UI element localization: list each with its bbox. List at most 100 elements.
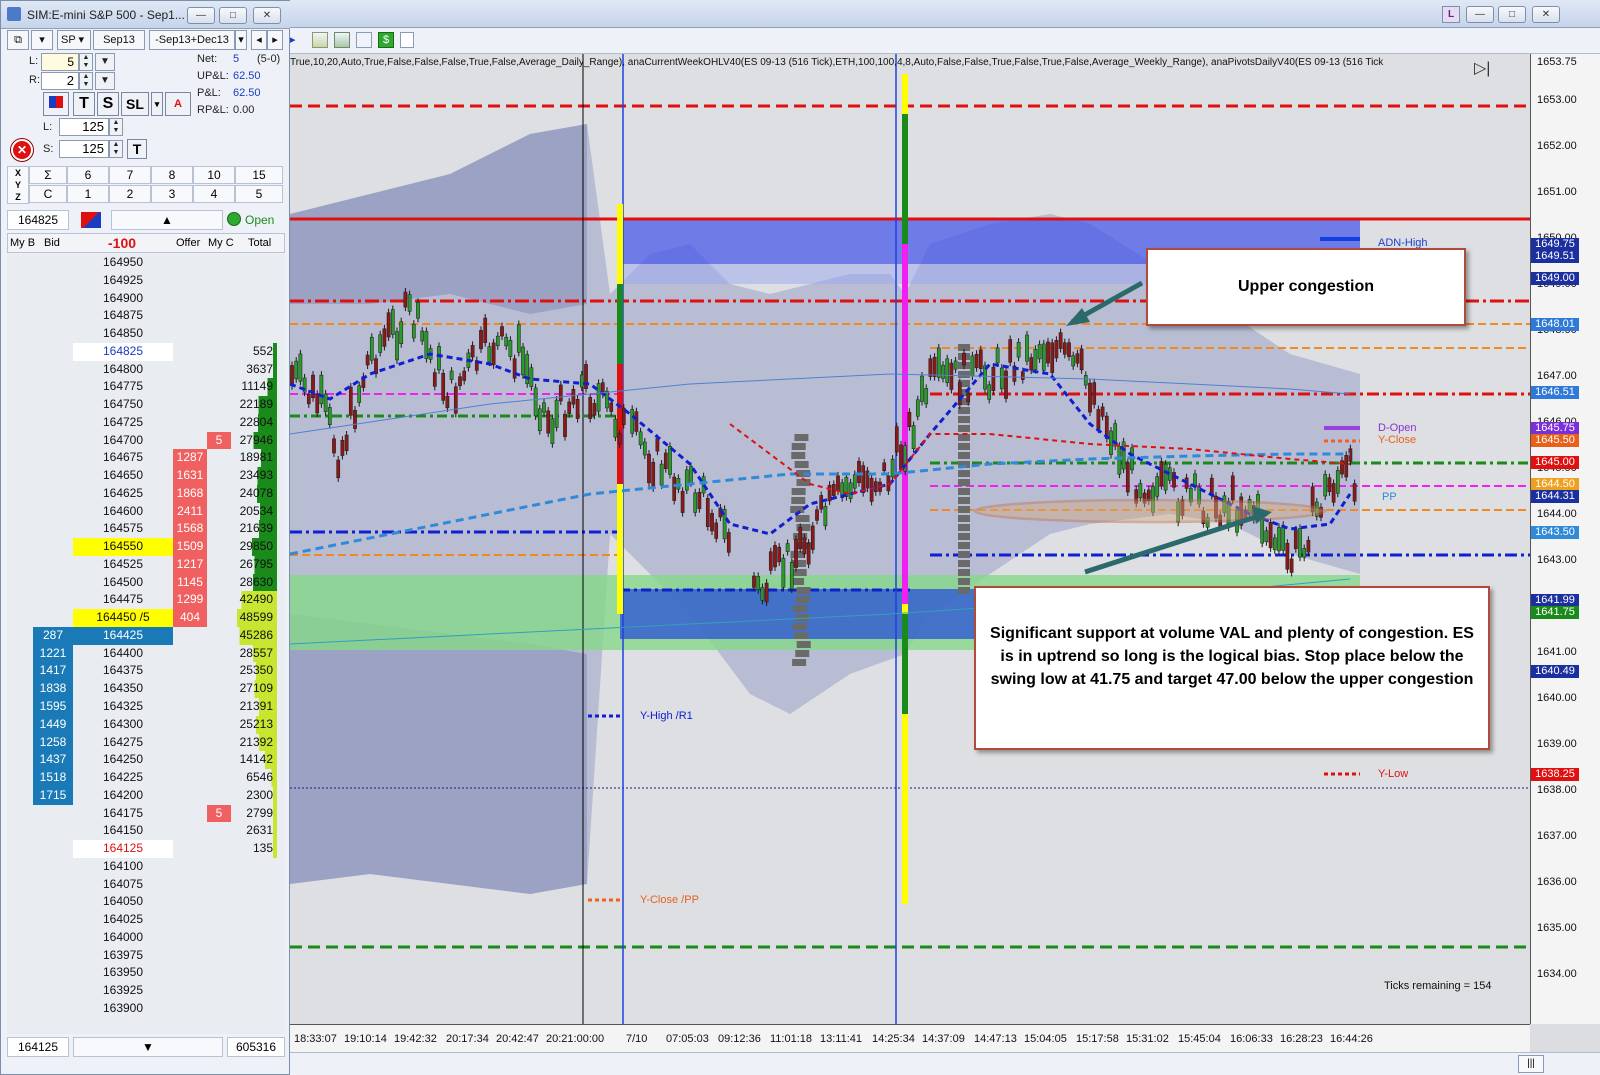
ladder-row[interactable]: 164500 1145 28630: [7, 574, 285, 592]
price-cell[interactable]: 164925: [73, 272, 173, 290]
price-cell[interactable]: 164875: [73, 307, 173, 325]
offer-cell[interactable]: 1287: [173, 449, 207, 467]
ladder-row[interactable]: 1449 164300 25213: [7, 716, 285, 734]
offer-cell[interactable]: [173, 734, 207, 752]
price-cell[interactable]: 163950: [73, 964, 173, 982]
dollar-icon[interactable]: $: [378, 32, 394, 48]
myc-cell[interactable]: [207, 396, 231, 414]
qty-preset-3[interactable]: 3: [151, 185, 193, 203]
ladder-row[interactable]: 164800 3637: [7, 361, 285, 379]
offer-cell[interactable]: [173, 396, 207, 414]
l-value-input[interactable]: 125: [59, 118, 109, 136]
price-cell[interactable]: 164300: [73, 716, 173, 734]
total-cell[interactable]: 28630: [237, 574, 277, 592]
mybid-cell[interactable]: [7, 414, 33, 432]
bid-cell[interactable]: 1518: [33, 769, 73, 787]
price-cell[interactable]: 164000: [73, 929, 173, 947]
ladder-row[interactable]: 164925: [7, 272, 285, 290]
price-cell[interactable]: 164775: [73, 378, 173, 396]
link-button[interactable]: L: [1442, 6, 1460, 23]
ladder-row[interactable]: 164650 1631 23493: [7, 467, 285, 485]
price-axis[interactable]: 1653.751653.001652.001651.001650.001649.…: [1530, 54, 1600, 1024]
offer-cell[interactable]: [173, 343, 207, 361]
ladder-row[interactable]: 164175 5 2799: [7, 805, 285, 823]
myc-cell[interactable]: [207, 662, 231, 680]
bid-cell[interactable]: [33, 503, 73, 521]
offer-cell[interactable]: 404: [173, 609, 207, 627]
qty-preset-10[interactable]: 10: [193, 166, 235, 184]
indicator-icon[interactable]: [334, 32, 350, 48]
minimize-button[interactable]: —: [187, 7, 215, 24]
ladder-row[interactable]: 1518 164225 6546: [7, 769, 285, 787]
total-cell[interactable]: 18981: [237, 449, 277, 467]
ladder-row[interactable]: 163950: [7, 964, 285, 982]
total-cell[interactable]: [237, 947, 277, 965]
ladder-row[interactable]: 164450 /5 404 48599: [7, 609, 285, 627]
bid-cell[interactable]: [33, 858, 73, 876]
myc-cell[interactable]: [207, 787, 231, 805]
price-cell[interactable]: 164700: [73, 432, 173, 450]
bid-cell[interactable]: [33, 467, 73, 485]
bid-cell[interactable]: [33, 1000, 73, 1018]
price-ladder[interactable]: 164950 164925 164900 164875 164850 164825 552 1…: [7, 254, 285, 1034]
ladder-row[interactable]: 164600 2411 20534: [7, 503, 285, 521]
price-cell[interactable]: 164025: [73, 911, 173, 929]
price-cell[interactable]: 164525: [73, 556, 173, 574]
offer-cell[interactable]: [173, 858, 207, 876]
total-cell[interactable]: 3637: [237, 361, 277, 379]
price-cell[interactable]: 163925: [73, 982, 173, 1000]
mybid-cell[interactable]: [7, 680, 33, 698]
price-cell[interactable]: 164425: [73, 627, 173, 645]
offer-cell[interactable]: [173, 876, 207, 894]
price-cell[interactable]: 164200: [73, 787, 173, 805]
bid-cell[interactable]: [33, 520, 73, 538]
total-cell[interactable]: 26795: [237, 556, 277, 574]
mybid-cell[interactable]: [7, 503, 33, 521]
ladder-row[interactable]: 164075: [7, 876, 285, 894]
mybid-cell[interactable]: [7, 378, 33, 396]
total-cell[interactable]: 45286: [237, 627, 277, 645]
c-cell[interactable]: C: [29, 185, 67, 203]
mybid-cell[interactable]: [7, 485, 33, 503]
ladder-row[interactable]: 1417 164375 25350: [7, 662, 285, 680]
total-cell[interactable]: 552: [237, 343, 277, 361]
total-cell[interactable]: [237, 290, 277, 308]
qty-preset-5[interactable]: 5: [235, 185, 283, 203]
bid-cell[interactable]: [33, 982, 73, 1000]
bid-cell[interactable]: 1437: [33, 751, 73, 769]
myc-cell[interactable]: 5: [207, 805, 231, 823]
qty-preset-7[interactable]: 7: [109, 166, 151, 184]
bid-cell[interactable]: [33, 822, 73, 840]
bid-cell[interactable]: [33, 378, 73, 396]
myc-cell[interactable]: [207, 698, 231, 716]
limit-qty-dropdown-icon[interactable]: ▼: [95, 53, 115, 71]
myc-cell[interactable]: [207, 325, 231, 343]
mybid-cell[interactable]: [7, 876, 33, 894]
mybid-cell[interactable]: [7, 325, 33, 343]
myc-cell[interactable]: [207, 1000, 231, 1018]
bid-cell[interactable]: [33, 307, 73, 325]
price-cell[interactable]: 164225: [73, 769, 173, 787]
ladder-row[interactable]: 164575 1568 21639: [7, 520, 285, 538]
price-cell[interactable]: 164575: [73, 520, 173, 538]
bid-cell[interactable]: [33, 876, 73, 894]
total-cell[interactable]: [237, 858, 277, 876]
ladder-row[interactable]: 164900: [7, 290, 285, 308]
total-cell[interactable]: [237, 929, 277, 947]
myc-cell[interactable]: [207, 343, 231, 361]
total-cell[interactable]: 24078: [237, 485, 277, 503]
bid-cell[interactable]: 1417: [33, 662, 73, 680]
price-cell[interactable]: 164125: [73, 840, 173, 858]
price-cell[interactable]: 164950: [73, 254, 173, 272]
total-cell[interactable]: 11149: [237, 378, 277, 396]
mybid-cell[interactable]: [7, 272, 33, 290]
mybid-cell[interactable]: [7, 858, 33, 876]
ladder-row[interactable]: 164100: [7, 858, 285, 876]
offer-cell[interactable]: [173, 947, 207, 965]
bid-cell[interactable]: [33, 254, 73, 272]
myc-cell[interactable]: [207, 378, 231, 396]
instrument-icon[interactable]: ▾: [31, 30, 53, 50]
price-cell[interactable]: 164850: [73, 325, 173, 343]
myc-cell[interactable]: [207, 858, 231, 876]
bid-cell[interactable]: 1838: [33, 680, 73, 698]
